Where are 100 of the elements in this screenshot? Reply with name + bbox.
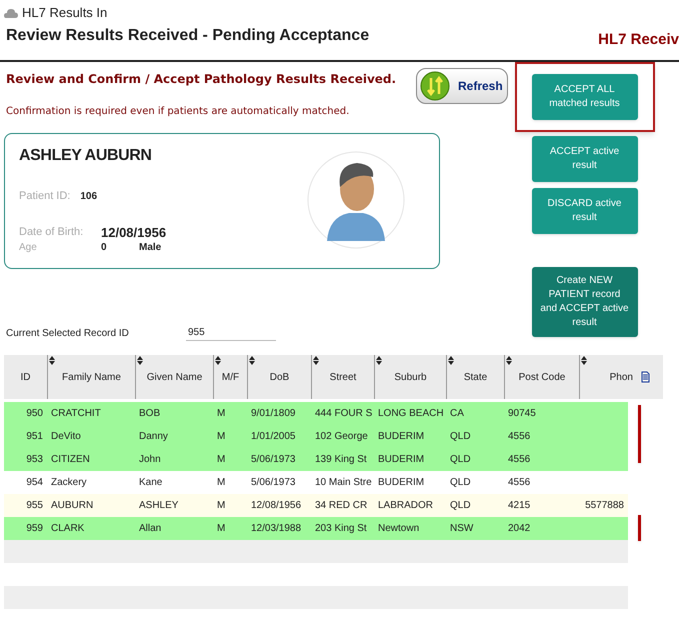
patient-id-label: Patient ID:: [19, 189, 70, 204]
document-icon[interactable]: [641, 371, 650, 383]
record-id-label: Current Selected Record ID: [6, 327, 130, 341]
column-header[interactable]: State: [446, 355, 504, 399]
table-cell: QLD: [450, 431, 471, 442]
table-cell: M: [217, 431, 226, 442]
sort-icon[interactable]: [376, 356, 382, 365]
table-cell: DeVito: [51, 431, 81, 442]
table-cell: 203 King St: [315, 523, 367, 534]
table-cell: 10 Main Stre: [315, 477, 372, 488]
column-header[interactable]: DoB: [247, 355, 311, 399]
column-header[interactable]: ID: [4, 355, 47, 399]
table-cell: Kane: [139, 477, 162, 488]
column-header[interactable]: Phon: [579, 355, 663, 399]
table-cell: 102 George: [315, 431, 368, 442]
table-row[interactable]: 959 CLARK Allan M 12/03/1988 203 King St Newtown NSW 2042: [4, 517, 628, 540]
action-button[interactable]: DISCARD active result: [532, 188, 638, 234]
table-cell: 5/06/1973: [251, 477, 296, 488]
table-cell: Allan: [139, 523, 162, 534]
sort-icon[interactable]: [581, 356, 587, 365]
table-cell: 444 FOUR S: [315, 408, 372, 419]
table-cell: 5577888: [585, 500, 624, 511]
table-cell: 954: [26, 477, 43, 488]
column-header[interactable]: M/F: [213, 355, 247, 399]
table-cell: 9/01/1809: [251, 408, 296, 419]
table-cell: 5/06/1973: [251, 454, 296, 465]
table-cell: M: [217, 500, 226, 511]
column-header[interactable]: Suburb: [374, 355, 446, 399]
dob-label: Date of Birth:: [19, 225, 84, 240]
patient-sex: Male: [139, 241, 162, 255]
table-cell: BUDERIM: [378, 431, 424, 442]
table-cell: M: [217, 454, 226, 465]
table-cell: LONG BEACH: [378, 408, 444, 419]
sort-icon[interactable]: [506, 356, 512, 365]
table-cell: M: [217, 408, 226, 419]
confirmation-note: Confirmation is required even if patients are automatically matched.: [6, 105, 350, 119]
table-cell: CITIZEN: [51, 454, 90, 465]
table-cell: 12/03/1988: [251, 523, 302, 534]
patient-id: 106: [80, 190, 98, 204]
sort-icon[interactable]: [249, 356, 255, 365]
table-cell: QLD: [450, 454, 471, 465]
table-cell: BUDERIM: [378, 477, 424, 488]
table-cell: 4556: [508, 431, 530, 442]
table-cell: 955: [26, 500, 43, 511]
annotation-mark: [638, 405, 641, 463]
action-button[interactable]: ACCEPT ALL matched results: [532, 74, 638, 120]
action-button[interactable]: ACCEPT active result: [532, 136, 638, 182]
column-header[interactable]: Post Code: [504, 355, 579, 399]
table-cell: QLD: [450, 477, 471, 488]
table-cell: 950: [26, 408, 43, 419]
table-row[interactable]: 951 DeVito Danny M 1/01/2005 102 George BUDERIM QLD 4556: [4, 425, 628, 448]
table-cell: 4556: [508, 454, 530, 465]
column-header[interactable]: Family Name: [47, 355, 135, 399]
column-header[interactable]: Given Name: [135, 355, 213, 399]
sort-icon[interactable]: [448, 356, 454, 365]
table-cell: 951: [26, 431, 43, 442]
table-cell: NSW: [450, 523, 474, 534]
table-cell: BUDERIM: [378, 454, 424, 465]
table-cell: 2042: [508, 523, 530, 534]
sort-icon[interactable]: [137, 356, 143, 365]
table-cell: CRATCHIT: [51, 408, 101, 419]
table-row[interactable]: 950 CRATCHIT BOB M 9/01/1809 444 FOUR S LONG BEACH CA 90745: [4, 402, 628, 425]
table-cell: 959: [26, 523, 43, 534]
table-cell: 90745: [508, 408, 536, 419]
patient-dob: 12/08/1956: [101, 224, 166, 242]
cloud-icon: [4, 8, 18, 18]
section-title: HL7 Receiv: [598, 30, 679, 50]
table-cell: ASHLEY: [139, 500, 178, 511]
table-cell: CA: [450, 408, 464, 419]
page-title: Review Results Received - Pending Acceptance: [6, 26, 370, 46]
table-cell: Danny: [139, 431, 168, 442]
review-heading: Review and Confirm / Accept Pathology Results Received.: [6, 71, 396, 88]
table-cell: John: [139, 454, 161, 465]
table-row[interactable]: 955 AUBURN ASHLEY M 12/08/1956 34 RED CR LABRADOR QLD 4215 5577888: [4, 494, 628, 517]
sort-icon[interactable]: [313, 356, 319, 365]
table-cell: CLARK: [51, 523, 84, 534]
table-cell: AUBURN: [51, 500, 94, 511]
table-row[interactable]: 953 CITIZEN John M 5/06/1973 139 King St BUDERIM QLD 4556: [4, 448, 628, 471]
action-button[interactable]: Create NEW PATIENT record and ACCEPT active result: [532, 267, 638, 337]
table-cell: 953: [26, 454, 43, 465]
table-cell: 4556: [508, 477, 530, 488]
record-id-field[interactable]: 955: [186, 325, 276, 341]
patient-name: ASHLEY AUBURN: [19, 146, 153, 166]
table-cell: Newtown: [378, 523, 420, 534]
patient-age: 0: [101, 241, 108, 255]
sort-icon[interactable]: [215, 356, 221, 365]
sort-icon[interactable]: [49, 356, 55, 365]
refresh-icon: [420, 71, 450, 101]
refresh-button[interactable]: Refresh: [416, 68, 508, 104]
table-cell: Zackery: [51, 477, 87, 488]
table-cell: BOB: [139, 408, 160, 419]
age-label: Age: [19, 241, 38, 255]
column-header[interactable]: Street: [311, 355, 374, 399]
person-silhouette-icon: [307, 151, 405, 249]
annotation-mark: [638, 515, 641, 541]
table-cell: 1/01/2005: [251, 431, 296, 442]
table-cell: QLD: [450, 500, 471, 511]
table-cell: M: [217, 523, 226, 534]
table-cell: 34 RED CR: [315, 500, 368, 511]
window-title: HL7 Results In: [22, 4, 108, 22]
